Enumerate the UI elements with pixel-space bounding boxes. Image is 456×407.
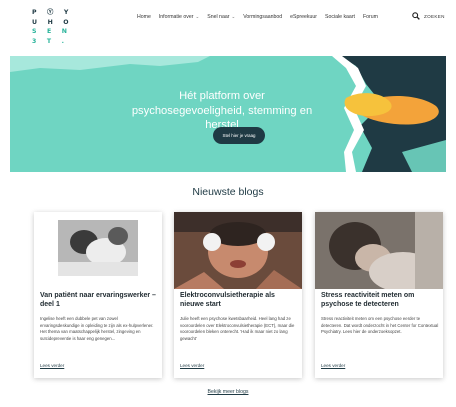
ask-question-button[interactable]: Stel hier je vraag [213,127,265,144]
blog-image [315,212,443,289]
read-more-link[interactable]: Lees verder [180,363,204,368]
search-button[interactable]: ZOEKEN [412,12,445,20]
read-more-link[interactable]: Lees verder [321,363,345,368]
logo-row: S E N [32,28,72,36]
main-nav: Home Informatie over ⌄ Snel naar ⌄ Vormi… [137,14,386,20]
blog-title[interactable]: Van patiënt naar ervaringswerker – deel … [40,292,158,309]
blog-image [34,212,162,289]
nav-item-forum[interactable]: Forum [363,14,378,20]
blog-title[interactable]: Stress reactiviteit meten om psychose te… [321,292,439,309]
site-logo[interactable]: P Ⓨ Y U H O S E N 3 T . [32,8,73,46]
logo-row: P Ⓨ Y [32,9,73,16]
blog-excerpt: Ingelise heeft een dubbele pet van zowel… [40,316,154,341]
view-more-blogs-link[interactable]: Bekijk meer blogs [0,389,456,395]
nav-item-label: Forum [363,14,378,20]
nav-item-vormingsaanbod[interactable]: Vormingsaanbod [243,14,282,20]
blog-excerpt: Julie heeft een psychose kwetsbaarheid. … [180,316,295,341]
nav-item-label: eSpreekuur [290,14,317,20]
nav-item-sociale-kaart[interactable]: Sociale kaart [325,14,355,20]
nav-item-label: Home [137,14,151,20]
nav-item-label: Snel naar [207,14,230,20]
logo-row: 3 T . [32,37,69,45]
blog-title[interactable]: Elektroconvulsietherapie als nieuwe star… [180,292,298,309]
nav-item-label: Sociale kaart [325,14,355,20]
blog-excerpt: Stress reactiviteit meten om een psychos… [321,316,439,335]
chevron-down-icon: ⌄ [195,14,200,19]
blog-card[interactable]: Elektroconvulsietherapie als nieuwe star… [174,212,302,378]
nav-item-label: Vormingsaanbod [243,14,283,20]
nav-item-snel-naar[interactable]: Snel naar ⌄ [207,14,235,20]
blog-card[interactable]: Stress reactiviteit meten om psychose te… [315,212,443,378]
blog-card[interactable]: Van patiënt naar ervaringswerker – deel … [34,212,162,378]
read-more-link[interactable]: Lees verder [40,363,64,368]
nav-item-label: Informatie over [158,14,194,20]
nav-item-espreekuur[interactable]: eSpreekuur [290,14,317,20]
search-label: ZOEKEN [424,13,445,19]
blog-image [174,212,302,289]
hero-banner: Hét platform over psychosegevoeligheid, … [10,56,446,172]
section-title: Nieuwste blogs [192,186,264,198]
search-icon [412,12,420,20]
nav-item-home[interactable]: Home [137,14,151,20]
chevron-down-icon: ⌄ [231,14,236,19]
site-header: P Ⓨ Y U H O S E N 3 T . Home Informatie … [0,0,456,56]
logo-row: U H O [32,18,73,26]
hero-title: Hét platform over psychosegevoeligheid, … [131,90,313,131]
nav-item-informatie-over[interactable]: Informatie over ⌄ [159,14,199,20]
